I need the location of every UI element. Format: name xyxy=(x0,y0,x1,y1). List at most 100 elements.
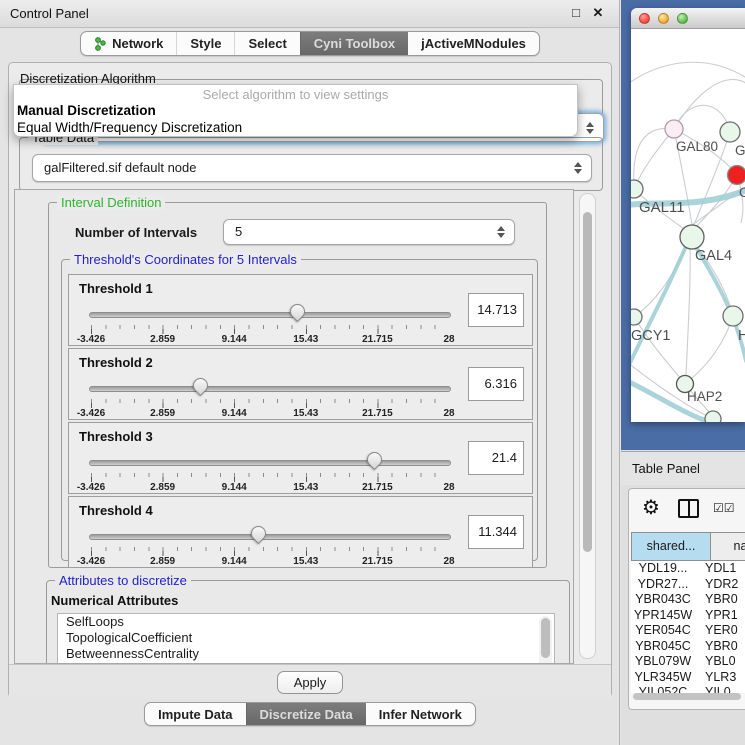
threshold-value-field[interactable]: 14.713 xyxy=(468,293,524,327)
interval-definition-label: Interval Definition xyxy=(57,195,165,210)
top-tab-bar: Network Style Select Cyni Toolbox jActiv… xyxy=(0,31,620,56)
mac-zoom-icon[interactable] xyxy=(677,13,688,24)
split-view-icon[interactable] xyxy=(678,499,699,518)
threshold-value-field[interactable]: 11.344 xyxy=(468,515,524,549)
table-data-select[interactable]: galFiltered.sif default node xyxy=(32,154,592,182)
node xyxy=(631,180,643,198)
float-window-icon[interactable]: □ xyxy=(567,5,585,20)
threshold-slider[interactable]: -3.426 2.859 9.144 15.43 21.715 28 xyxy=(89,377,451,419)
table-row[interactable]: YDR27...YDR2 xyxy=(631,577,745,593)
table-horizontal-scrollbar[interactable] xyxy=(633,693,741,700)
slider-thumb[interactable] xyxy=(364,449,385,470)
tab-style[interactable]: Style xyxy=(176,32,234,55)
tab-network[interactable]: Network xyxy=(81,32,176,55)
slider-track[interactable] xyxy=(89,386,451,392)
network-icon xyxy=(94,37,107,51)
node-label: HAP2 xyxy=(687,389,722,404)
table-data-value: galFiltered.sif default node xyxy=(44,160,196,175)
node xyxy=(631,309,642,325)
spinner-icon xyxy=(574,162,582,174)
threshold-panel: Threshold 4 -3.426 2.859 9.144 15.43 21.… xyxy=(68,496,533,568)
threshold-slider[interactable]: -3.426 2.859 9.144 15.43 21.715 28 xyxy=(89,451,451,493)
panel-title: Control Panel xyxy=(10,6,89,21)
threshold-value-field[interactable]: 21.4 xyxy=(468,441,524,475)
attributes-groupbox: Attributes to discretize Numerical Attri… xyxy=(46,580,570,664)
slider-track[interactable] xyxy=(89,460,451,466)
threshold-panel: Threshold 3 -3.426 2.859 9.144 15.43 21.… xyxy=(68,422,533,494)
checkbox-icons[interactable]: ☑☑ xyxy=(713,501,735,515)
slider-thumb[interactable] xyxy=(190,375,211,396)
numerical-attributes-list[interactable]: SelfLoopsTopologicalCoefficientBetweenne… xyxy=(57,613,555,664)
attributes-group-label: Attributes to discretize xyxy=(55,573,191,588)
table-row[interactable]: YPR145WYPR1 xyxy=(631,608,745,624)
dropdown-prompt: Select algorithm to view settings xyxy=(14,87,577,102)
table-row[interactable]: YBL079WYBL0 xyxy=(631,654,745,670)
threshold-slider[interactable]: -3.426 2.859 9.144 15.43 21.715 28 xyxy=(89,525,451,567)
node-label: G xyxy=(735,143,745,158)
slider-ticks xyxy=(91,473,449,482)
network-window-titlebar[interactable] xyxy=(631,8,745,29)
close-icon[interactable]: ✕ xyxy=(589,5,607,21)
slider-ticks xyxy=(91,325,449,334)
list-item[interactable]: SelfLoops xyxy=(58,614,554,630)
table-row[interactable]: YIL052CYIL0 xyxy=(631,685,745,693)
slider-track[interactable] xyxy=(89,312,451,318)
slider-track[interactable] xyxy=(89,534,451,540)
dropdown-option-manual[interactable]: Manual Discretization xyxy=(17,103,156,118)
list-item[interactable]: TopologicalCoefficient xyxy=(58,630,554,646)
cyni-content-card: Table Data galFiltered.sif default node … xyxy=(8,62,612,698)
list-item[interactable]: BetweennessCentrality xyxy=(58,646,554,662)
tab-select[interactable]: Select xyxy=(234,32,299,55)
node-label: GAL4 xyxy=(695,248,732,264)
gear-icon[interactable]: ⚙ xyxy=(642,495,660,520)
node xyxy=(665,120,683,138)
slider-scale: -3.426 2.859 9.144 15.43 21.715 28 xyxy=(91,482,449,494)
node-label: C xyxy=(739,185,745,200)
num-intervals-select[interactable]: 5 xyxy=(223,219,515,245)
apply-button[interactable]: Apply xyxy=(277,671,343,694)
table-row[interactable]: YBR045CYBR0 xyxy=(631,639,745,655)
table-panel-card: ⚙ ☑☑ shared... na YDL19...YDL1YDR27...YD… xyxy=(628,488,745,710)
network-canvas[interactable]: GAL80 G GAL11 GAL4 GCY1 H HAP2 C xyxy=(631,29,745,422)
list-scrollbar[interactable] xyxy=(539,616,552,664)
column-header-shared-name[interactable]: shared... xyxy=(631,532,711,561)
table-panel-header: Table Panel xyxy=(621,451,745,485)
tab-discretize-data[interactable]: Discretize Data xyxy=(246,703,366,725)
network-view-window[interactable]: GAL80 G GAL11 GAL4 GCY1 H HAP2 C xyxy=(631,8,745,422)
threshold-label: Threshold 1 xyxy=(79,281,153,296)
column-header-name[interactable]: na xyxy=(711,532,745,561)
thresholds-groupbox: Threshold's Coordinates for 5 Intervals … xyxy=(61,259,538,561)
threshold-value-field[interactable]: 6.316 xyxy=(468,367,524,401)
threshold-label: Threshold 4 xyxy=(79,503,153,518)
table-row[interactable]: YDL19...YDL1 xyxy=(631,561,745,577)
slider-scale: -3.426 2.859 9.144 15.43 21.715 28 xyxy=(91,408,449,420)
num-intervals-value: 5 xyxy=(235,224,242,239)
table-row[interactable]: YER054CYER0 xyxy=(631,623,745,639)
tab-impute-data[interactable]: Impute Data xyxy=(145,703,245,725)
mac-close-icon[interactable] xyxy=(639,13,650,24)
gene-table-header: shared... na xyxy=(631,532,745,561)
algorithm-dropdown-popup: Select algorithm to view settings Manual… xyxy=(13,84,578,137)
dropdown-option-equal-width[interactable]: Equal Width/Frequency Discretization xyxy=(17,120,242,135)
control-panel-titlebar: Control Panel □ ✕ xyxy=(0,0,619,28)
tab-cyni-toolbox[interactable]: Cyni Toolbox xyxy=(300,32,408,55)
gene-table-body[interactable]: YDL19...YDL1YDR27...YDR2YBR043CYBR0YPR14… xyxy=(631,561,745,693)
node-label: GAL80 xyxy=(676,139,718,154)
table-panel-title: Table Panel xyxy=(632,461,700,476)
table-row[interactable]: YLR345WYLR3 xyxy=(631,670,745,686)
settings-scrollbar[interactable] xyxy=(579,193,596,659)
threshold-panel: Threshold 1 -3.426 2.859 9.144 15.43 21.… xyxy=(68,274,533,346)
slider-scale: -3.426 2.859 9.144 15.43 21.715 28 xyxy=(91,556,449,568)
slider-thumb[interactable] xyxy=(248,523,269,544)
node-highlighted xyxy=(728,166,745,185)
tab-jactivemnodules[interactable]: jActiveMNodules xyxy=(408,32,539,55)
slider-thumb[interactable] xyxy=(287,301,308,322)
thresholds-group-label: Threshold's Coordinates for 5 Intervals xyxy=(70,252,301,267)
table-row[interactable]: YBR043CYBR0 xyxy=(631,592,745,608)
tab-network-label: Network xyxy=(112,36,163,51)
table-toolbar: ⚙ ☑☑ xyxy=(629,489,745,531)
mac-minimize-icon[interactable] xyxy=(658,13,669,24)
tab-infer-network[interactable]: Infer Network xyxy=(366,703,475,725)
threshold-slider[interactable]: -3.426 2.859 9.144 15.43 21.715 28 xyxy=(89,303,451,345)
slider-scale: -3.426 2.859 9.144 15.43 21.715 28 xyxy=(91,334,449,346)
